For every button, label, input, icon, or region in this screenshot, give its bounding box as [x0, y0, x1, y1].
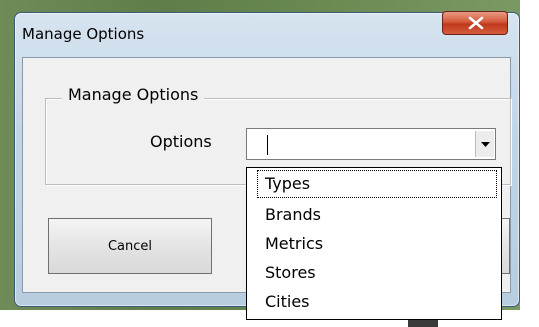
window-title: Manage Options: [22, 25, 145, 43]
close-button[interactable]: [442, 11, 508, 35]
options-combobox[interactable]: [246, 128, 496, 160]
chevron-down-icon: [481, 142, 490, 147]
close-icon: [468, 16, 484, 30]
dropdown-item-stores[interactable]: Stores: [265, 263, 316, 283]
dropdown-item-cities[interactable]: Cities: [265, 292, 310, 312]
dropdown-item-types[interactable]: Types: [265, 174, 310, 194]
options-dropdown-button[interactable]: [475, 131, 494, 157]
cancel-button[interactable]: Cancel: [48, 218, 212, 274]
dropdown-item-brands[interactable]: Brands: [265, 205, 321, 225]
text-caret: [267, 135, 268, 155]
options-label: Options: [150, 132, 212, 151]
desktop-edge: [520, 0, 539, 327]
group-label: Manage Options: [62, 85, 205, 104]
dropdown-item-metrics[interactable]: Metrics: [265, 234, 323, 254]
